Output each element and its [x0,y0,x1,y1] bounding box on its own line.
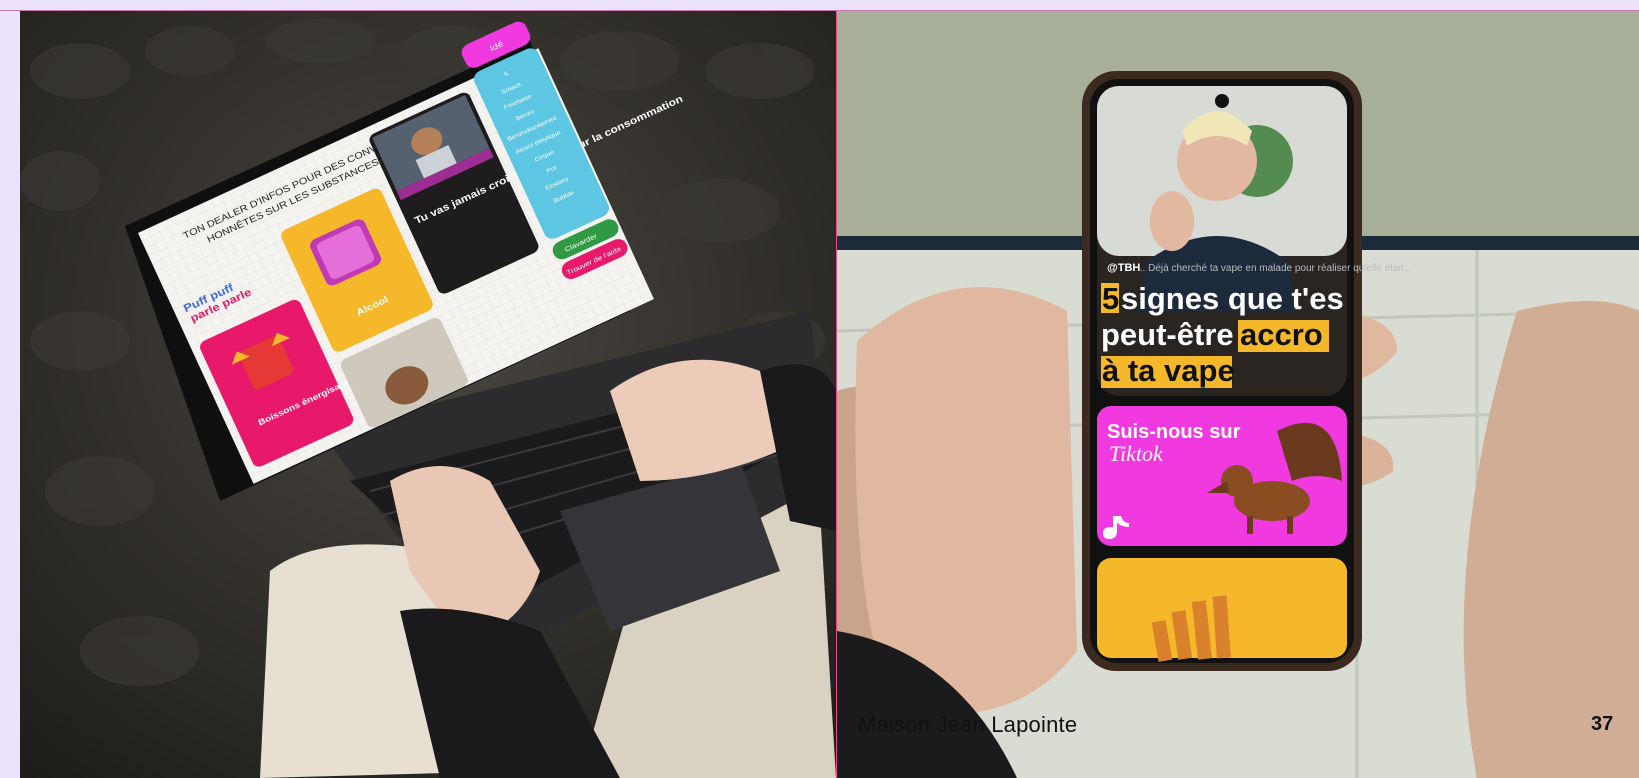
page-number: 37 [1591,713,1614,735]
video-handle: @TBH [1107,262,1140,274]
headline-line-2a: peut-être [1101,317,1234,352]
phone-photo-scene: @TBH ... Déjà cherché ta vape en malade … [837,11,1639,778]
page: TON DEALER D'INFOS POUR DES CONVOS HONNÊ… [0,0,1639,778]
headline-line-1: signes que t'es [1121,281,1344,316]
headline-line-3: à ta vape [1102,353,1235,388]
headline-line-2b: accro [1240,317,1323,352]
camera-notch [1215,94,1229,108]
headline-number: 5 [1102,281,1119,316]
laptop-photo: TON DEALER D'INFOS POUR DES CONVOS HONNÊ… [20,11,836,778]
tiktok-title: Suis-nous sur [1107,421,1241,443]
phone-photo: @TBH ... Déjà cherché ta vape en malade … [837,11,1639,778]
video-caption: ... Déjà cherché ta vape en malade pour … [1137,263,1412,274]
publisher-name: Maison Jean Lapointe [858,712,1078,737]
laptop-photo-scene: TON DEALER D'INFOS POUR DES CONVOS HONNÊ… [20,11,836,778]
tiktok-script: Tiktok [1109,441,1164,466]
